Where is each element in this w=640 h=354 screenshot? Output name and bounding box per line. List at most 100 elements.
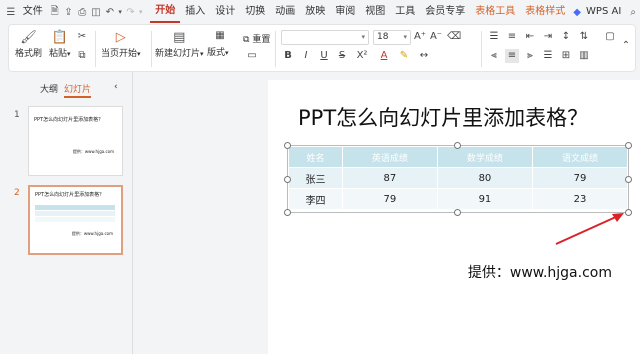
table-cell[interactable]: 23 — [531, 188, 629, 210]
tab-review[interactable]: 审阅 — [330, 0, 360, 24]
increase-indent-icon[interactable]: ⇥ — [541, 30, 555, 44]
align-right-icon[interactable]: ⫸ — [523, 49, 537, 63]
font-family-select[interactable]: ▾ — [281, 30, 369, 45]
font-size-select[interactable]: 18 ▾ — [373, 30, 411, 45]
decrease-font-icon[interactable]: A⁻ — [429, 30, 443, 44]
new-slide-button[interactable]: ▤ 新建幻灯片▾ — [155, 30, 204, 59]
tab-insert[interactable]: 插入 — [180, 0, 210, 24]
section-icon[interactable]: ▭ — [245, 49, 259, 63]
ribbon-divider — [95, 31, 96, 67]
table-header-cell[interactable]: 英语成绩 — [341, 146, 438, 168]
tab-design[interactable]: 设计 — [210, 0, 240, 24]
resize-handle-bottom-center[interactable] — [454, 209, 461, 216]
slide-thumbnail-2[interactable]: PPT怎么向幻灯片里添加表格？ 提供：www.hjga.com — [28, 185, 123, 255]
format-painter-button[interactable]: 🖌 格式刷 — [15, 30, 42, 59]
increase-font-icon[interactable]: A⁺ — [413, 30, 427, 44]
tab-outline[interactable]: 大纲 — [40, 82, 58, 95]
ribbon-divider — [275, 31, 276, 67]
undo-dropdown-icon[interactable]: ▾ — [117, 8, 124, 16]
redo-dropdown-icon[interactable]: ▾ — [137, 8, 144, 16]
strikethrough-icon[interactable]: S — [335, 49, 349, 63]
table-cell[interactable]: 87 — [341, 167, 438, 189]
undo-icon[interactable]: ↶ — [103, 7, 117, 18]
table-cell[interactable]: 79 — [341, 188, 438, 210]
tab-transition[interactable]: 切换 — [240, 0, 270, 24]
collapse-ribbon-icon[interactable]: ⌃ — [619, 39, 633, 53]
distribute-icon[interactable]: ⊞ — [559, 49, 573, 63]
thumbnail-credit: 提供：www.hjga.com — [72, 149, 114, 154]
cut-icon[interactable]: ✂ — [75, 30, 89, 44]
font-color-icon[interactable]: A — [377, 49, 391, 63]
tab-member[interactable]: 会员专享 — [420, 0, 470, 24]
table-cell[interactable]: 79 — [531, 167, 629, 189]
resize-handle-top-left[interactable] — [284, 142, 291, 149]
columns-icon[interactable]: ▥ — [577, 49, 591, 63]
resize-handle-top-center[interactable] — [454, 142, 461, 149]
wps-ai-button[interactable]: WPS AI — [584, 0, 626, 24]
search-icon[interactable]: ⌕ — [626, 7, 640, 18]
print-icon[interactable]: ⎙ — [75, 7, 89, 18]
table-cell[interactable]: 80 — [436, 167, 533, 189]
table-cell[interactable]: 李四 — [288, 188, 343, 210]
reset-icon: ⧉ — [243, 35, 250, 45]
underline-icon[interactable]: U — [317, 49, 331, 63]
slide-title[interactable]: PPT怎么向幻灯片里添加表格？ — [298, 102, 588, 132]
thumbnail-credit: 提供：www.hjga.com — [71, 231, 113, 236]
line-spacing-icon[interactable]: ↕ — [559, 30, 573, 44]
slide-number: 2 — [14, 188, 20, 198]
layout-button[interactable]: 版式▾ — [207, 45, 229, 58]
tab-view[interactable]: 视图 — [360, 0, 390, 24]
tab-table-style[interactable]: 表格样式 — [520, 0, 570, 24]
table-cell[interactable]: 91 — [436, 188, 533, 210]
reset-label: 重置 — [252, 35, 271, 45]
resize-handle-middle-right[interactable] — [625, 176, 632, 183]
tab-home[interactable]: 开始 — [150, 1, 181, 23]
score-table[interactable]: 姓名 英语成绩 数学成绩 语文成绩 张三 87 80 79 李四 79 91 2… — [288, 146, 629, 210]
tab-slideshow[interactable]: 放映 — [300, 0, 330, 24]
layout-label: 版式 — [207, 48, 226, 58]
preview-icon[interactable]: ◫ — [89, 7, 103, 18]
hamburger-menu-icon[interactable]: ☰ — [4, 7, 18, 18]
slide-thumbnail-1[interactable]: PPT怎么向幻灯片里添加表格？ 提供：www.hjga.com — [28, 106, 123, 176]
redo-icon[interactable]: ↷ — [124, 7, 138, 18]
align-center-icon[interactable]: ≡ — [505, 49, 519, 63]
table-header-cell[interactable]: 语文成绩 — [531, 146, 629, 168]
table-header-cell[interactable]: 姓名 — [288, 146, 343, 168]
tab-animation[interactable]: 动画 — [270, 0, 300, 24]
italic-icon[interactable]: I — [299, 49, 313, 63]
bold-icon[interactable]: B — [281, 49, 295, 63]
ribbon-divider — [481, 31, 482, 67]
text-box-icon[interactable]: ▢ — [603, 30, 617, 44]
paste-button[interactable]: 📋 粘贴▾ — [49, 30, 71, 59]
slide-credit-text[interactable]: 提供：www.hjga.com — [468, 262, 612, 282]
ribbon: 🖌 格式刷 📋 粘贴▾ ✂ ⧉ ▷ 当页开始▾ ▤ 新建幻灯片▾ 版式▾ ▦ ⧉… — [8, 24, 636, 72]
superscript-icon[interactable]: X² — [353, 49, 371, 63]
table-cell[interactable]: 张三 — [288, 167, 343, 189]
bullet-list-icon[interactable]: ☰ — [487, 30, 501, 44]
text-direction-icon[interactable]: ⇅ — [577, 30, 591, 44]
character-spacing-icon[interactable]: ↔ — [417, 49, 431, 63]
resize-handle-bottom-left[interactable] — [284, 209, 291, 216]
table-header-cell[interactable]: 数学成绩 — [436, 146, 533, 168]
resize-handle-top-right[interactable] — [625, 142, 632, 149]
start-from-current-button[interactable]: ▷ 当页开始▾ — [101, 30, 141, 59]
numbered-list-icon[interactable]: ≡ — [505, 30, 519, 44]
tab-slides[interactable]: 幻灯片 — [64, 82, 92, 98]
justify-icon[interactable]: ☰ — [541, 49, 555, 63]
tab-tools[interactable]: 工具 — [390, 0, 420, 24]
ribbon-divider — [151, 31, 152, 67]
tab-table-tools[interactable]: 表格工具 — [470, 0, 520, 24]
decrease-indent-icon[interactable]: ⇤ — [523, 30, 537, 44]
clear-format-icon[interactable]: ⌫ — [447, 30, 461, 44]
align-left-icon[interactable]: ⫷ — [487, 49, 501, 63]
menu-file[interactable]: 文件 — [18, 0, 48, 24]
menu-bar: ☰ 文件 🗎 ⇪ ⎙ ◫ ↶ ▾ ↷ ▾ 开始 插入 设计 切换 动画 放映 审… — [0, 0, 640, 24]
slide-canvas[interactable]: PPT怎么向幻灯片里添加表格？ 姓名 英语成绩 数学成绩 语文成绩 张三 87 … — [268, 80, 640, 354]
reset-button[interactable]: ⧉ 重置 — [243, 32, 270, 45]
copy-icon[interactable]: ⧉ — [75, 49, 89, 63]
highlight-icon[interactable]: ✎ — [397, 49, 411, 63]
collapse-pane-icon[interactable]: ‹ — [114, 82, 118, 92]
export-icon[interactable]: ⇪ — [62, 7, 76, 18]
save-icon[interactable]: 🗎 — [48, 4, 62, 21]
resize-handle-middle-left[interactable] — [284, 176, 291, 183]
